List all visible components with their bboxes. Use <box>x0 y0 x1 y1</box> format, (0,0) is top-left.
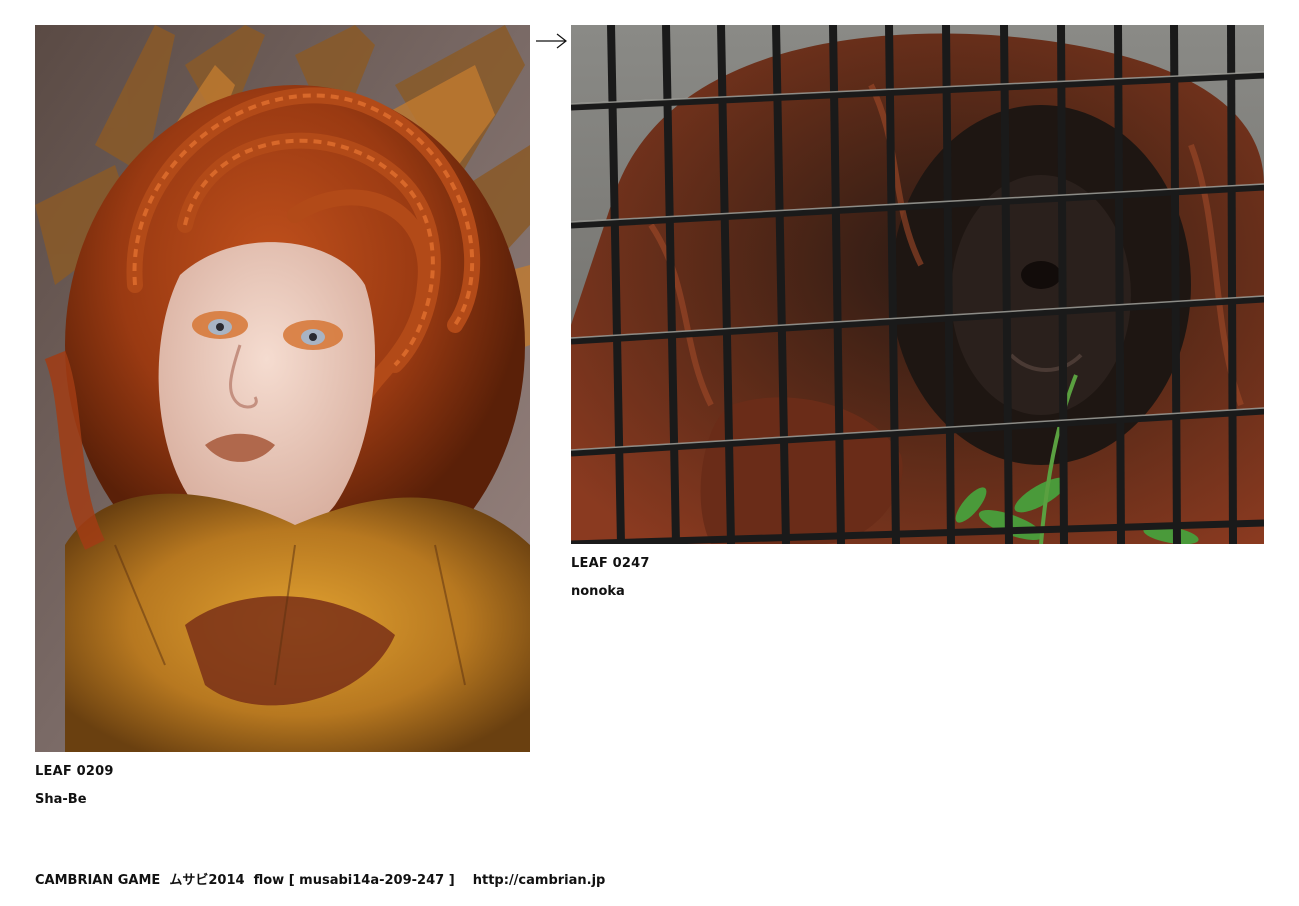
footer: CAMBRIAN GAME ムサビ2014 flow [ musabi14a-2… <box>35 872 605 890</box>
leaf-id-label: LEAF 0247 <box>571 556 650 571</box>
leaf-0209: LEAF 0209 Sha-Be <box>35 25 530 808</box>
leaf-0247: LEAF 0247 nonoka <box>571 25 1264 600</box>
leaf-author[interactable]: nonoka <box>571 584 1264 600</box>
leaf-0209-image[interactable] <box>35 25 530 752</box>
footer-url-link[interactable]: http://cambrian.jp <box>473 873 606 888</box>
leaf-author[interactable]: Sha-Be <box>35 792 530 808</box>
leaf-id-label: LEAF 0209 <box>35 764 114 779</box>
footer-title: CAMBRIAN GAME ムサビ2014 flow [ musabi14a-2… <box>35 873 455 888</box>
right-arrow-icon <box>536 33 567 49</box>
page: LEAF 0209 Sha-Be LEAF 0247 nonoka CAMBRI… <box>0 0 1299 906</box>
leaf-0247-image[interactable] <box>571 25 1264 544</box>
